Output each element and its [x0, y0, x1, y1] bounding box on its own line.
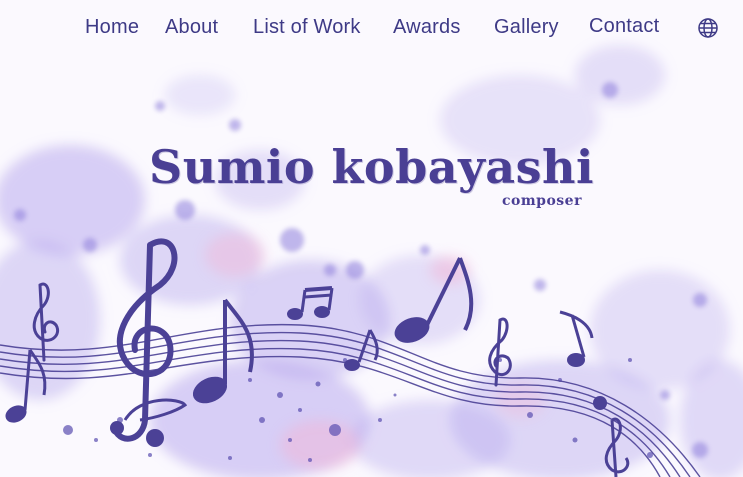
nav-home[interactable]: Home — [85, 15, 139, 39]
nav-list-of-work[interactable]: List of Work — [253, 15, 361, 39]
nav-awards[interactable]: Awards — [393, 15, 461, 39]
nav-contact[interactable]: Contact — [589, 14, 659, 38]
globe-icon[interactable] — [697, 17, 719, 39]
site-subtitle: composer — [502, 193, 582, 209]
hero-section: Home About List of Work Awards Gallery C… — [0, 0, 743, 477]
watercolor-splashes — [0, 45, 743, 477]
watercolor-music-background — [0, 45, 743, 477]
nav-about[interactable]: About — [165, 15, 218, 39]
site-title: Sumio kobayashi — [149, 140, 594, 194]
nav-gallery[interactable]: Gallery — [494, 15, 559, 39]
